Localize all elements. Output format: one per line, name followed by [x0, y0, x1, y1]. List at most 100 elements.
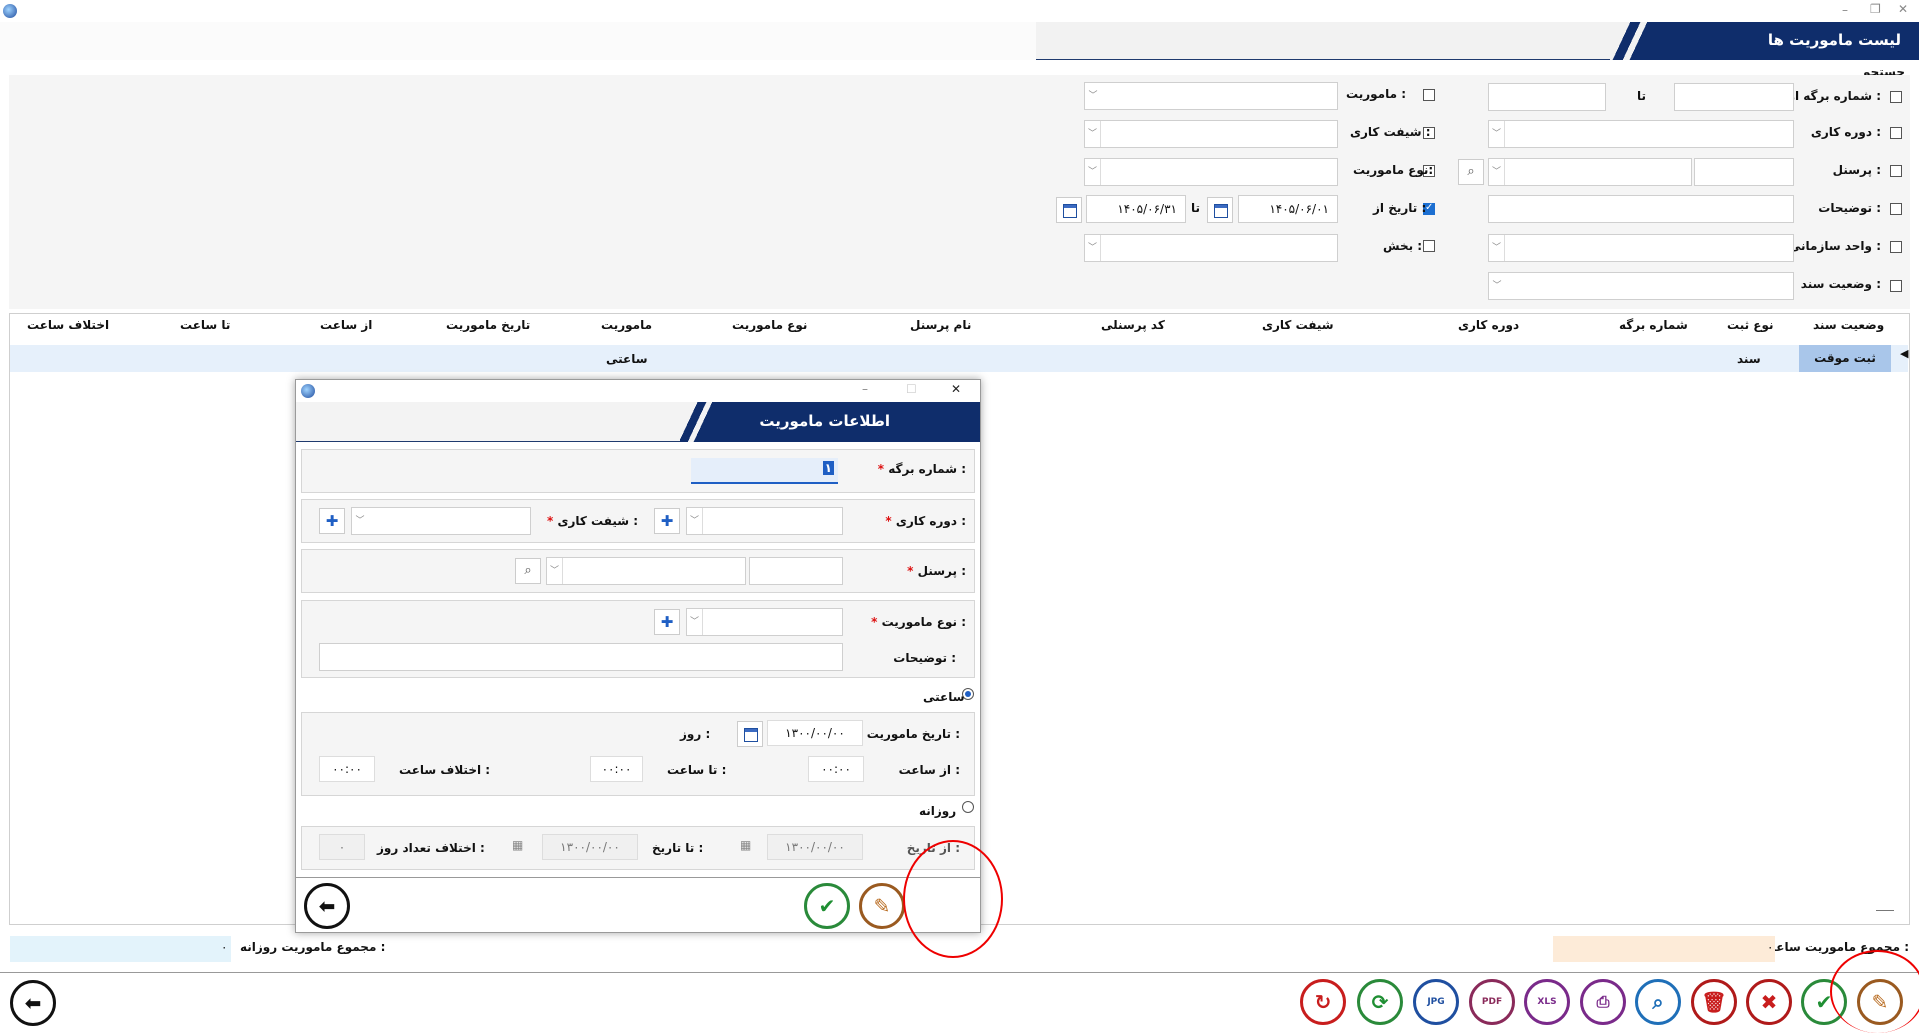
calendar-icon[interactable] — [1056, 197, 1082, 223]
date-to-input[interactable]: ۱۴۰۵/۰۶/۳۱ — [1086, 195, 1186, 223]
personnel-code-input[interactable] — [1694, 158, 1794, 186]
personnel-checkbox[interactable] — [1890, 165, 1902, 177]
mission-type-label: نوع ماموریت: — [1353, 163, 1434, 177]
col-header[interactable]: دوره کاری — [1458, 318, 1519, 332]
search-icon[interactable]: ⌕ — [1635, 979, 1681, 1025]
col-header[interactable]: ماموریت — [601, 318, 652, 332]
mission-type-select[interactable]: ﹀ — [1084, 158, 1338, 186]
description-input[interactable] — [1488, 195, 1794, 223]
section-checkbox[interactable] — [1423, 240, 1435, 252]
calendar-icon[interactable] — [737, 721, 763, 747]
calendar-icon[interactable]: ▦ — [740, 838, 751, 852]
add-mission-type-button[interactable]: ✚ — [654, 609, 680, 635]
app-logo-icon — [301, 384, 315, 398]
sheet-from-input[interactable] — [1674, 83, 1794, 111]
col-header[interactable]: نوع ثبت — [1727, 318, 1774, 332]
dialog-title: اطلاعات ماموریت — [759, 412, 890, 430]
col-header[interactable]: شیفت کاری — [1262, 318, 1334, 332]
date-from-input[interactable]: ۱۴۰۵/۰۶/۰۱ — [1238, 195, 1338, 223]
minimize-icon[interactable]: – — [862, 382, 868, 396]
chevron-down-icon: ﹀ — [687, 609, 703, 635]
record-type-cell[interactable]: سند — [1737, 352, 1761, 366]
mission-checkbox[interactable] — [1423, 89, 1435, 101]
close-icon[interactable]: ✕ — [951, 382, 961, 396]
col-header[interactable]: تا ساعت — [180, 318, 230, 332]
dialog-toolbar-divider — [296, 877, 980, 878]
jpg-icon[interactable]: JPG — [1413, 979, 1459, 1025]
pdf-icon[interactable]: PDF — [1469, 979, 1515, 1025]
sheet-to-input[interactable] — [1488, 83, 1606, 111]
scroll-indicator[interactable] — [1876, 910, 1894, 911]
print-icon[interactable]: ⎙ — [1580, 979, 1626, 1025]
to-date-input[interactable]: ۱۳۰۰/۰۰/۰۰ — [542, 834, 638, 860]
doc-status-select[interactable]: ﹀ — [1488, 272, 1794, 300]
window-titlebar: – ❐ ✕ — [0, 0, 1919, 22]
work-period-label: * دوره کاری : — [885, 514, 966, 528]
calendar-icon[interactable]: ▦ — [512, 838, 523, 852]
daily-radio[interactable] — [962, 801, 974, 813]
mission-cell[interactable]: ساعتی — [606, 352, 648, 366]
status-cell[interactable]: ثبت موقت — [1799, 345, 1891, 372]
sheet-from-checkbox[interactable] — [1890, 91, 1902, 103]
restore-icon[interactable]: ❐ — [1870, 2, 1881, 16]
work-period-select[interactable]: ﹀ — [686, 507, 843, 535]
confirm-icon[interactable]: ✔ — [804, 883, 850, 929]
back-icon[interactable]: ⬅ — [10, 980, 56, 1026]
personnel-search-icon[interactable]: ⌕ — [1458, 159, 1484, 185]
from-date-input[interactable]: ۱۳۰۰/۰۰/۰۰ — [767, 834, 863, 860]
page-title: لیست ماموریت ها — [1610, 22, 1919, 60]
from-time-input[interactable]: ۰۰:۰۰ — [808, 756, 864, 782]
xls-icon[interactable]: XLS — [1524, 979, 1570, 1025]
sheet-no-input[interactable]: ۱ — [691, 458, 838, 484]
mission-label: ماموریت : — [1346, 87, 1406, 101]
work-period-select[interactable]: ﹀ — [1488, 120, 1794, 148]
personnel-select[interactable]: ﹀ — [546, 557, 746, 585]
add-work-shift-button[interactable]: ✚ — [319, 508, 345, 534]
personnel-select[interactable]: ﹀ — [1488, 158, 1692, 186]
calendar-icon[interactable] — [1207, 197, 1233, 223]
hourly-label: ساعتی — [923, 690, 965, 704]
day-diff-label: اختلاف تعداد روز : — [377, 841, 485, 855]
bottom-toolbar — [0, 972, 1919, 1033]
daily-total-value: ۰ — [221, 940, 228, 954]
mission-type-select[interactable]: ﹀ — [686, 608, 843, 636]
col-header[interactable]: وضعیت سند — [1813, 318, 1884, 332]
mission-date-input[interactable]: ۱۳۰۰/۰۰/۰۰ — [767, 720, 863, 746]
doc-status-label: وضعیت سند : — [1800, 277, 1881, 291]
description-checkbox[interactable] — [1890, 203, 1902, 215]
org-unit-checkbox[interactable] — [1890, 241, 1902, 253]
hourly-total-field: ۰ — [1553, 936, 1775, 962]
minimize-icon[interactable]: – — [1842, 3, 1848, 17]
refresh-icon[interactable]: ⟳ — [1357, 979, 1403, 1025]
col-header[interactable]: اختلاف ساعت — [27, 318, 109, 332]
mission-info-dialog: – ☐ ✕ اطلاعات ماموریت * شماره برگه : ۱ *… — [295, 379, 981, 933]
edit-icon[interactable]: ✎ — [859, 883, 905, 929]
work-shift-select[interactable]: ﹀ — [1084, 120, 1338, 148]
col-header[interactable]: کد پرسنلی — [1101, 318, 1165, 332]
personnel-code-input[interactable] — [749, 557, 843, 585]
org-unit-select[interactable]: ﹀ — [1488, 234, 1794, 262]
doc-status-checkbox[interactable] — [1890, 280, 1902, 292]
work-shift-select[interactable]: ﹀ — [351, 507, 531, 535]
col-header[interactable]: نام پرسنل — [910, 318, 971, 332]
mission-select[interactable]: ﹀ — [1084, 82, 1338, 110]
col-header[interactable]: نوع ماموریت — [732, 318, 807, 332]
reset-icon[interactable]: ↻ — [1300, 979, 1346, 1025]
col-header[interactable]: شماره برگه — [1619, 318, 1688, 332]
date-from-label: تاریخ از : — [1373, 201, 1427, 215]
from-date-value: ۱۳۰۰/۰۰/۰۰ — [785, 840, 845, 854]
cancel-icon[interactable]: ✖ — [1746, 979, 1792, 1025]
description-input[interactable] — [319, 643, 843, 671]
add-work-period-button[interactable]: ✚ — [654, 508, 680, 534]
col-header[interactable]: تاریخ ماموریت — [446, 318, 530, 332]
personnel-search-icon[interactable]: ⌕ — [515, 558, 541, 584]
col-header[interactable]: از ساعت — [320, 318, 372, 332]
section-select[interactable]: ﹀ — [1084, 234, 1338, 262]
back-icon[interactable]: ⬅ — [304, 883, 350, 929]
delete-icon[interactable]: 🗑 — [1691, 979, 1737, 1025]
header-left — [0, 22, 1036, 60]
table-row[interactable] — [10, 345, 1908, 372]
to-time-input[interactable]: ۰۰:۰۰ — [590, 756, 643, 782]
close-icon[interactable]: ✕ — [1898, 2, 1908, 16]
work-period-checkbox[interactable] — [1890, 127, 1902, 139]
